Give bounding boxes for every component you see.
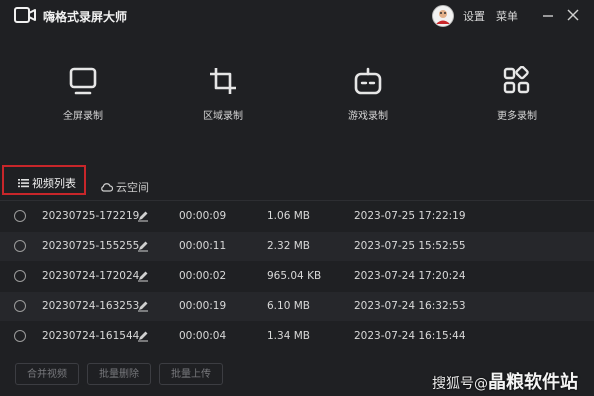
row-select-radio[interactable] [14,240,26,252]
edit-pencil-icon[interactable] [137,300,149,312]
batch-upload-button[interactable]: 批量上传 [159,363,223,385]
tab-cloud[interactable]: 云空间 [100,179,149,195]
cloud-icon [101,183,114,192]
tool-label: 游戏录制 [348,111,388,122]
table-row[interactable]: 20230724-161544 00:00:04 1.34 MB 2023-07… [0,322,594,351]
crop-icon [210,68,236,94]
file-size: 1.34 MB [267,330,310,342]
settings-link[interactable]: 设置 [463,8,485,24]
edit-pencil-icon[interactable] [137,330,149,342]
close-icon [567,9,579,21]
merge-videos-button[interactable]: 合并视频 [15,363,79,385]
file-name: 20230724-163253 [42,300,140,312]
file-name: 20230724-172024 [42,270,140,282]
table-row[interactable]: 20230725-155255 00:00:11 2.32 MB 2023-07… [0,232,594,261]
duration: 00:00:11 [179,240,227,252]
recording-list: 20230725-172219 00:00:09 1.06 MB 2023-07… [0,202,594,350]
tool-game-record[interactable]: 游戏录制 [308,66,428,136]
minimize-button[interactable] [539,6,557,24]
file-size: 2.32 MB [267,240,310,252]
avatar-icon [433,6,453,26]
minimize-icon [543,15,553,17]
file-size: 965.04 KB [267,270,322,282]
duration: 00:00:02 [179,270,227,282]
recording-tools: 全屏录制 区域录制 游戏录制 更多录制 [0,30,594,164]
camera-logo-icon [14,7,36,23]
gamepad-icon [354,67,382,95]
tool-fullscreen-record[interactable]: 全屏录制 [23,66,143,136]
created-date: 2023-07-24 16:32:53 [354,300,466,312]
tool-more-record[interactable]: 更多录制 [457,66,577,136]
title-bar: 嗨格式录屏大师 设置 菜单 [0,0,594,30]
file-name: 20230725-155255 [42,240,140,252]
row-select-radio[interactable] [14,270,26,282]
table-row[interactable]: 20230724-172024 00:00:02 965.04 KB 2023-… [0,262,594,291]
app-title: 嗨格式录屏大师 [43,10,128,24]
row-select-radio[interactable] [14,300,26,312]
tool-region-record[interactable]: 区域录制 [163,66,283,136]
edit-pencil-icon[interactable] [137,270,149,282]
avatar[interactable] [432,5,454,27]
created-date: 2023-07-25 15:52:55 [354,240,466,252]
tool-label: 区域录制 [203,111,243,122]
created-date: 2023-07-24 17:20:24 [354,270,466,282]
row-select-radio[interactable] [14,330,26,342]
row-select-radio[interactable] [14,210,26,222]
watermark-brand: 晶粮软件站 [488,372,578,393]
menu-link[interactable]: 菜单 [496,8,518,24]
tab-bar: 视频列表 云空间 [0,164,594,201]
duration: 00:00:04 [179,330,227,342]
created-date: 2023-07-25 17:22:19 [354,210,466,222]
file-size: 1.06 MB [267,210,310,222]
file-name: 20230724-161544 [42,330,140,342]
monitor-icon [69,67,97,95]
table-row[interactable]: 20230725-172219 00:00:09 1.06 MB 2023-07… [0,202,594,231]
file-size: 6.10 MB [267,300,310,312]
table-row[interactable]: 20230724-163253 00:00:19 6.10 MB 2023-07… [0,292,594,321]
watermark: 搜狐号@晶粮软件站 [432,368,578,394]
tab-cloud-label: 云空间 [116,181,149,194]
list-icon [18,179,29,188]
tab-video-list-label: 视频列表 [32,177,76,190]
duration: 00:00:19 [179,300,227,312]
grid-icon [503,66,530,94]
file-name: 20230725-172219 [42,210,140,222]
duration: 00:00:09 [179,210,227,222]
tab-video-list-content: 视频列表 [18,175,76,191]
tool-label: 全屏录制 [63,111,103,122]
created-date: 2023-07-24 16:15:44 [354,330,466,342]
batch-delete-button[interactable]: 批量删除 [87,363,151,385]
watermark-source: 搜狐号@ [432,376,488,392]
close-button[interactable] [564,6,582,24]
edit-pencil-icon[interactable] [137,210,149,222]
edit-pencil-icon[interactable] [137,240,149,252]
tab-video-list[interactable]: 视频列表 [2,165,86,195]
tool-label: 更多录制 [497,111,537,122]
